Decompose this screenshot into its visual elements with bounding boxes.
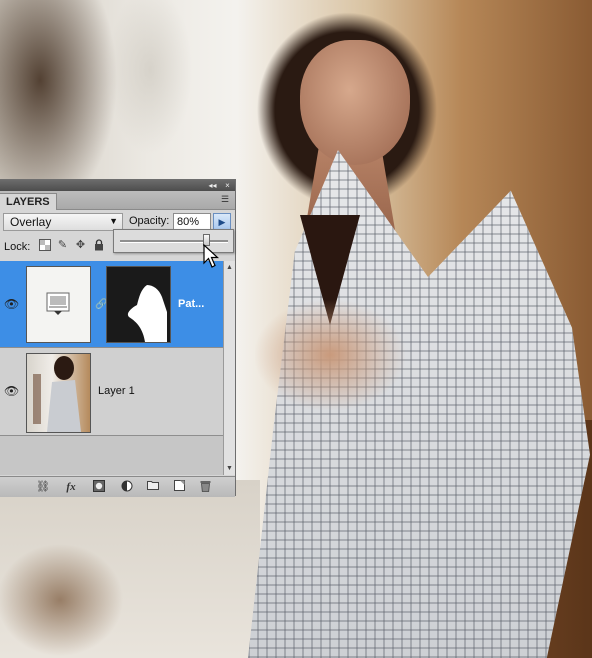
add-mask-icon[interactable] — [92, 480, 106, 494]
new-layer-icon[interactable] — [172, 480, 186, 494]
fx-icon[interactable]: fx — [64, 480, 78, 494]
collapse-panel-icon[interactable]: ◂◂ — [208, 181, 217, 190]
scroll-up-icon[interactable]: ▲ — [225, 263, 234, 272]
panel-tabbar: LAYERS ☰ — [0, 191, 235, 210]
chevron-down-icon: ▼ — [109, 216, 118, 226]
new-group-icon[interactable] — [146, 480, 160, 494]
opacity-slider-track[interactable] — [120, 240, 228, 243]
layer-name: Pat... — [178, 298, 205, 310]
layers-scrollbar[interactable]: ▲ ▼ — [223, 261, 235, 475]
panel-bottom-bar: ⛓ fx — [0, 476, 235, 497]
photo-face — [300, 40, 410, 165]
lock-transparent-pixels-icon[interactable] — [38, 239, 51, 252]
layers-list: 👁 🔗 Pat... 👁 Layer 1 — [0, 261, 223, 475]
lock-position-icon[interactable]: ✥ — [74, 239, 87, 252]
mask-shape — [127, 285, 167, 342]
layer-thumbnail — [26, 353, 91, 433]
adjustment-layer-icon[interactable] — [120, 480, 134, 494]
trash-icon[interactable] — [198, 480, 212, 494]
photo-hands — [255, 300, 405, 410]
lock-image-pixels-icon[interactable]: ✎ — [56, 239, 69, 252]
layer-thumbnail — [26, 266, 91, 343]
photo-thumb-figure — [33, 356, 81, 432]
opacity-label: Opacity: — [129, 215, 170, 227]
layer-row-pattern[interactable]: 👁 🔗 Pat... — [0, 261, 223, 348]
link-mask-icon[interactable]: 🔗 — [95, 299, 107, 311]
layer-mask-thumbnail[interactable] — [106, 266, 171, 343]
close-icon[interactable]: × — [223, 181, 232, 190]
link-layers-icon[interactable]: ⛓ — [36, 480, 50, 494]
lock-label: Lock: — [4, 241, 31, 253]
layers-panel: ◂◂ × LAYERS ☰ Overlay ▼ Opacity: 80% ▶ L… — [0, 179, 236, 497]
lock-all-icon[interactable] — [92, 239, 105, 252]
eye-icon[interactable]: 👁 — [4, 385, 19, 397]
layer-name: Layer 1 — [98, 385, 135, 397]
pattern-fill-icon — [46, 292, 70, 315]
panel-menu-icon[interactable]: ☰ — [221, 194, 231, 204]
eye-icon[interactable]: 👁 — [4, 298, 19, 310]
tab-layers[interactable]: LAYERS — [0, 193, 57, 210]
layer-row-layer-1[interactable]: 👁 Layer 1 — [0, 348, 223, 436]
panel-titlebar[interactable]: ◂◂ × — [0, 180, 235, 191]
photo-background-blur — [0, 480, 260, 658]
scroll-down-icon[interactable]: ▼ — [225, 464, 234, 473]
blend-mode-select[interactable]: Overlay ▼ — [3, 213, 123, 231]
blend-mode-value: Overlay — [10, 215, 52, 229]
mouse-cursor-icon — [203, 244, 220, 268]
